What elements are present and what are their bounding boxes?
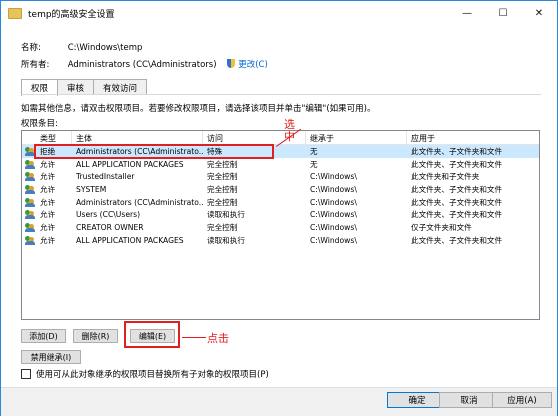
tab-bar: 权限 审核 有效访问 bbox=[21, 79, 148, 96]
owner-value: Administrators (CC\Administrators) bbox=[67, 60, 217, 70]
annotation-arrow-click bbox=[182, 337, 206, 338]
cell-type: 允许 bbox=[40, 159, 56, 169]
cell-applies: 此文件夹、子文件夹和文件 bbox=[411, 159, 503, 169]
cell-type: 允许 bbox=[40, 222, 56, 232]
cell-applies: 此文件夹和子文件夹 bbox=[411, 172, 480, 182]
cell-access: 完全控制 bbox=[207, 222, 238, 232]
cell-inherited: C:\Windows\ bbox=[310, 197, 357, 207]
security-settings-window: temp的高级安全设置 — ☐ ✕ 名称: C:\Windows\temp 所有… bbox=[0, 0, 558, 416]
ok-button[interactable]: 确定 bbox=[387, 392, 447, 408]
cell-type: 允许 bbox=[40, 235, 56, 245]
name-value: C:\Windows\temp bbox=[67, 43, 143, 53]
replace-child-permissions-row: 使用可从此对象继承的权限项目替换所有子对象的权限项目(P) bbox=[21, 368, 269, 380]
cell-inherited: C:\Windows\ bbox=[310, 210, 357, 220]
annotation-selection-box bbox=[34, 144, 274, 159]
column-applies[interactable]: 应用于 bbox=[407, 131, 539, 145]
user-group-icon bbox=[25, 210, 35, 220]
minimize-button[interactable]: — bbox=[449, 1, 485, 25]
cell-inherited: 无 bbox=[310, 159, 318, 169]
cell-applies: 此文件夹、子文件夹和文件 bbox=[411, 197, 503, 207]
user-group-icon bbox=[25, 185, 35, 195]
close-button[interactable]: ✕ bbox=[521, 1, 557, 25]
cell-access: 读取和执行 bbox=[207, 210, 245, 220]
disable-inheritance-button[interactable]: 禁用继承(I) bbox=[21, 350, 81, 364]
tab-divider bbox=[21, 94, 541, 95]
tab-effective-access[interactable]: 有效访问 bbox=[93, 79, 148, 95]
remove-button[interactable]: 删除(R) bbox=[73, 329, 118, 343]
annotation-select-text: 选中 bbox=[284, 118, 295, 143]
title-bar: temp的高级安全设置 — ☐ ✕ bbox=[1, 1, 557, 25]
owner-row: 所有者: Administrators (CC\Administrators) … bbox=[21, 58, 268, 70]
permission-entries-label: 权限条目: bbox=[21, 119, 58, 129]
add-button[interactable]: 添加(D) bbox=[21, 329, 66, 343]
user-group-icon bbox=[25, 223, 35, 233]
cell-access: 完全控制 bbox=[207, 172, 238, 182]
cell-access: 完全控制 bbox=[207, 197, 238, 207]
cell-applies: 此文件夹、子文件夹和文件 bbox=[411, 146, 503, 156]
table-row[interactable]: 允许 TrustedInstaller 完全控制 C:\Windows\ 此文件夹和子文… bbox=[22, 170, 539, 183]
cell-access: 读取和执行 bbox=[207, 235, 245, 245]
user-group-icon bbox=[25, 197, 35, 207]
annotation-edit-box bbox=[124, 321, 180, 348]
cell-principal: CREATOR OWNER bbox=[76, 222, 144, 232]
cell-principal: ALL APPLICATION PACKAGES bbox=[76, 235, 184, 245]
cell-inherited: C:\Windows\ bbox=[310, 184, 357, 194]
replace-child-permissions-checkbox[interactable] bbox=[21, 369, 31, 379]
cell-inherited: C:\Windows\ bbox=[310, 172, 357, 182]
cell-applies: 此文件夹、子文件夹和文件 bbox=[411, 210, 503, 220]
column-inherited[interactable]: 继承于 bbox=[306, 131, 407, 145]
hint-text: 如需其他信息，请双击权限项目。若要修改权限项目，请选择该项目并单击"编辑"(如果… bbox=[21, 104, 376, 114]
cell-principal: Administrators (CC\Administrato... bbox=[76, 197, 204, 207]
user-group-icon bbox=[25, 172, 35, 182]
user-group-icon bbox=[25, 159, 35, 169]
cell-inherited: 无 bbox=[310, 146, 318, 156]
cell-principal: ALL APPLICATION PACKAGES bbox=[76, 159, 184, 169]
table-row[interactable]: 允许 ALL APPLICATION PACKAGES 完全控制 无 此文件夹、子文件夹… bbox=[22, 158, 539, 171]
cell-applies: 仅子文件夹和文件 bbox=[411, 222, 472, 232]
table-row[interactable]: 允许 SYSTEM 完全控制 C:\Windows\ 此文件夹、子文件夹和文件 bbox=[22, 183, 539, 196]
table-row[interactable]: 允许 ALL APPLICATION PACKAGES 读取和执行 C:\Window… bbox=[22, 234, 539, 247]
cell-principal: SYSTEM bbox=[76, 184, 107, 194]
maximize-button[interactable]: ☐ bbox=[485, 1, 521, 25]
window-title: temp的高级安全设置 bbox=[28, 9, 115, 20]
cell-access: 完全控制 bbox=[207, 184, 238, 194]
list-rows: 拒绝 Administrators (CC\Administrato... 特殊无此… bbox=[22, 145, 539, 247]
cell-applies: 此文件夹、子文件夹和文件 bbox=[411, 184, 503, 194]
cell-type: 允许 bbox=[40, 184, 56, 194]
column-type[interactable]: 类型 bbox=[22, 131, 72, 145]
window-controls: — ☐ ✕ bbox=[449, 1, 557, 25]
owner-label: 所有者: bbox=[21, 60, 50, 70]
cell-type: 允许 bbox=[40, 210, 56, 220]
change-owner-link[interactable]: 更改(C) bbox=[238, 60, 268, 70]
cell-type: 允许 bbox=[40, 172, 56, 182]
folder-icon bbox=[8, 7, 22, 19]
cell-principal: Users (CC\Users) bbox=[76, 210, 141, 220]
replace-child-permissions-label: 使用可从此对象继承的权限项目替换所有子对象的权限项目(P) bbox=[36, 370, 269, 380]
cell-type: 允许 bbox=[40, 197, 56, 207]
table-row[interactable]: 允许 Administrators (CC\Administrato... 完全控制… bbox=[22, 196, 539, 209]
cell-access: 完全控制 bbox=[207, 159, 238, 169]
cell-inherited: C:\Windows\ bbox=[310, 222, 357, 232]
apply-button[interactable]: 应用(A) bbox=[492, 392, 552, 408]
table-row[interactable]: 允许 CREATOR OWNER 完全控制 C:\Windows\ 仅子文件夹和文件 bbox=[22, 221, 539, 234]
name-label: 名称: bbox=[21, 43, 41, 53]
cell-inherited: C:\Windows\ bbox=[310, 235, 357, 245]
name-row: 名称: C:\Windows\temp bbox=[21, 41, 142, 53]
annotation-click-text: 点击 bbox=[207, 332, 229, 345]
user-group-icon bbox=[25, 235, 35, 245]
table-row[interactable]: 允许 Users (CC\Users) 读取和执行 C:\Windows\ 此文件夹、子… bbox=[22, 208, 539, 221]
shield-icon bbox=[227, 59, 236, 68]
cell-applies: 此文件夹、子文件夹和文件 bbox=[411, 235, 503, 245]
cell-principal: TrustedInstaller bbox=[76, 172, 135, 182]
tab-auditing[interactable]: 审核 bbox=[57, 79, 95, 95]
cancel-button[interactable]: 取消 bbox=[439, 392, 499, 408]
column-principal[interactable]: 主体 bbox=[72, 131, 203, 145]
